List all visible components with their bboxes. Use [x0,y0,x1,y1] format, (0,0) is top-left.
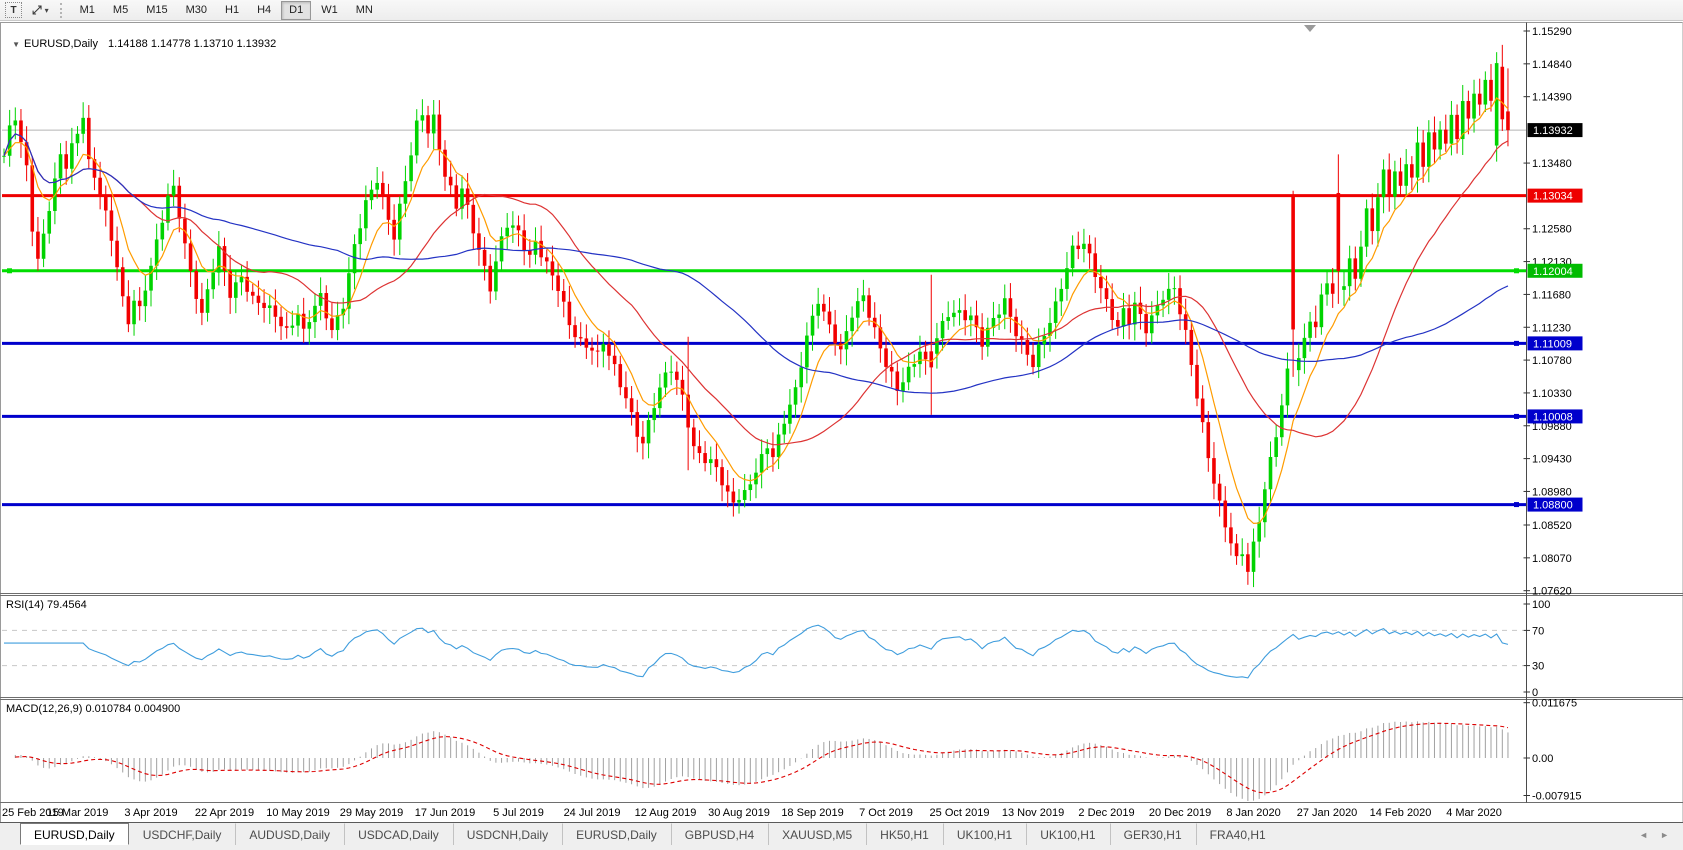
svg-text:24 Jul 2019: 24 Jul 2019 [564,807,621,819]
svg-text:13 Nov 2019: 13 Nov 2019 [1002,807,1064,819]
svg-text:1.11230: 1.11230 [1532,322,1571,334]
chart-tab-1-usdchf-daily[interactable]: USDCHF,Daily [129,823,236,845]
svg-text:1.12004: 1.12004 [1533,266,1573,278]
svg-text:29 May 2019: 29 May 2019 [340,807,404,819]
svg-text:1.13480: 1.13480 [1532,158,1572,170]
chart-tab-2-audusd-daily[interactable]: AUDUSD,Daily [235,823,344,845]
svg-text:10 May 2019: 10 May 2019 [266,807,330,819]
mt4-terminal: { "toolbar": { "text_tool_glyph": "T", "… [0,0,1683,850]
svg-text:1.08800: 1.08800 [1533,500,1573,512]
svg-text:1.13034: 1.13034 [1533,191,1573,203]
svg-text:70: 70 [1532,625,1544,637]
tab-scroll-right-icon[interactable]: ► [1660,830,1669,840]
chart-title-symbol: EURUSD,Daily [24,38,98,50]
chart-title: ▼ EURUSD,Daily 1.14188 1.14778 1.13710 1.1… [6,26,276,50]
svg-text:8 Jan 2020: 8 Jan 2020 [1226,807,1280,819]
svg-text:1.11009: 1.11009 [1533,338,1572,350]
svg-text:1.09430: 1.09430 [1532,454,1572,466]
svg-text:15 Mar 2019: 15 Mar 2019 [47,807,109,819]
svg-text:22 Apr 2019: 22 Apr 2019 [195,807,254,819]
chart-tab-bar: EURUSD,DailyUSDCHF,DailyAUDUSD,DailyUSDC… [0,822,1683,850]
tab-scroll-left-icon[interactable]: ◄ [1639,830,1648,840]
tab-strip: EURUSD,DailyUSDCHF,DailyAUDUSD,DailyUSDC… [20,823,1280,847]
svg-text:27 Jan 2020: 27 Jan 2020 [1297,807,1358,819]
chart-tab-11-ger30-h1[interactable]: GER30,H1 [1110,823,1196,845]
chart-tab-12-fra40-h1[interactable]: FRA40,H1 [1196,823,1280,845]
chart-tab-4-usdcnh-daily[interactable]: USDCNH,Daily [453,823,562,845]
svg-text:100: 100 [1532,599,1550,611]
chart-tab-7-xauusd-m5[interactable]: XAUUSD,M5 [768,823,866,845]
tab-scroll-arrows: ◄ ► [1639,823,1669,847]
svg-text:3 Apr 2019: 3 Apr 2019 [124,807,177,819]
svg-text:5 Jul 2019: 5 Jul 2019 [493,807,544,819]
svg-text:18 Sep 2019: 18 Sep 2019 [781,807,843,819]
chart-tab-6-gbpusd-h4[interactable]: GBPUSD,H4 [671,823,768,845]
chart-tab-9-uk100-h1[interactable]: UK100,H1 [943,823,1026,845]
svg-text:14 Feb 2020: 14 Feb 2020 [1370,807,1432,819]
svg-text:1.12580: 1.12580 [1532,224,1572,236]
svg-text:12 Aug 2019: 12 Aug 2019 [635,807,697,819]
chart-tab-0-eurusd-daily[interactable]: EURUSD,Daily [20,823,129,845]
time-scale[interactable]: 25 Feb 201915 Mar 20193 Apr 201922 Apr 2… [2,807,1502,819]
svg-text:1.07620: 1.07620 [1532,586,1572,598]
svg-text:1.10330: 1.10330 [1532,388,1572,400]
svg-text:1.08070: 1.08070 [1532,553,1572,565]
svg-text:1.14390: 1.14390 [1532,92,1572,104]
svg-text:1.10780: 1.10780 [1532,355,1572,367]
svg-text:17 Jun 2019: 17 Jun 2019 [415,807,476,819]
svg-text:30 Aug 2019: 30 Aug 2019 [708,807,770,819]
price-chart-canvas[interactable]: 1.152901.148401.143901.134801.125801.121… [0,0,1683,850]
svg-text:1.15290: 1.15290 [1532,26,1572,38]
svg-text:7 Oct 2019: 7 Oct 2019 [859,807,913,819]
rsi-indicator-label: RSI(14) 79.4564 [6,599,87,611]
svg-text:25 Oct 2019: 25 Oct 2019 [930,807,990,819]
chart-tab-8-hk50-h1[interactable]: HK50,H1 [866,823,943,845]
svg-text:1.14840: 1.14840 [1532,59,1572,71]
svg-text:1.08520: 1.08520 [1532,520,1572,532]
svg-text:20 Dec 2019: 20 Dec 2019 [1149,807,1211,819]
svg-text:1.11680: 1.11680 [1532,289,1571,301]
chart-tab-3-usdcad-daily[interactable]: USDCAD,Daily [344,823,453,845]
svg-text:30: 30 [1532,661,1544,673]
svg-text:1.13932: 1.13932 [1533,125,1573,137]
macd-indicator-label: MACD(12,26,9) 0.010784 0.004900 [6,703,180,715]
chart-tab-10-uk100-h1[interactable]: UK100,H1 [1026,823,1109,845]
svg-text:2 Dec 2019: 2 Dec 2019 [1078,807,1134,819]
svg-text:-0.007915: -0.007915 [1532,791,1582,803]
svg-text:4 Mar 2020: 4 Mar 2020 [1446,807,1502,819]
chart-tab-5-eurusd-daily[interactable]: EURUSD,Daily [562,823,671,845]
svg-text:1.08980: 1.08980 [1532,486,1572,498]
collapse-icon[interactable]: ▼ [12,40,20,49]
svg-text:0.00: 0.00 [1532,753,1553,765]
svg-text:1.10008: 1.10008 [1533,411,1573,423]
svg-text:0.011675: 0.011675 [1532,698,1577,710]
chart-title-ohlc: 1.14188 1.14778 1.13710 1.13932 [108,38,276,50]
